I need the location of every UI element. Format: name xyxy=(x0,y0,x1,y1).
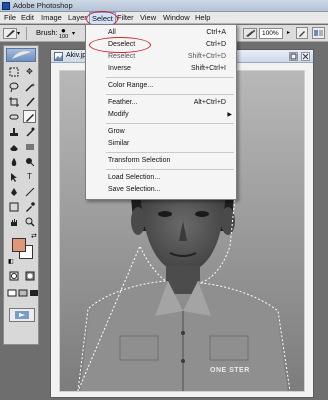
menu-bar: File Edit Image Layer Select Filter View… xyxy=(0,12,328,25)
pen-pressure-icon xyxy=(299,31,305,37)
tool-preset-picker[interactable] xyxy=(3,28,17,39)
pen-tool-icon[interactable] xyxy=(7,185,20,198)
menu-item-deselect[interactable]: Deselect Ctrl+D xyxy=(86,40,236,50)
menu-window[interactable]: Window xyxy=(161,13,192,23)
pressure-toggle[interactable] xyxy=(296,27,308,39)
menu-filter[interactable]: Filter xyxy=(115,13,136,23)
airbrush-toggle[interactable] xyxy=(243,28,257,39)
shirt-print-text: ONE STER xyxy=(210,367,250,374)
notes-tool-icon[interactable] xyxy=(7,200,20,213)
brush-label: Brush: xyxy=(36,28,58,37)
menu-item-feather[interactable]: Feather... Alt+Ctrl+D xyxy=(86,98,236,108)
divider xyxy=(26,27,27,40)
path-selection-tool-icon[interactable] xyxy=(7,170,20,183)
default-colors-icon[interactable]: ◧ xyxy=(8,258,14,265)
hand-tool-icon[interactable] xyxy=(7,215,20,228)
lasso-tool-icon[interactable] xyxy=(7,80,20,93)
window-title: Adobe Photoshop xyxy=(13,1,73,10)
photoshop-app-icon xyxy=(2,2,10,10)
foreground-color-swatch[interactable] xyxy=(12,238,26,252)
slice-tool-icon[interactable] xyxy=(23,95,36,108)
palette-well-icon xyxy=(314,30,323,36)
eyedropper-tool-icon[interactable] xyxy=(23,200,36,213)
submenu-arrow-icon: ▶ xyxy=(227,112,232,118)
maximize-icon xyxy=(290,53,297,60)
menu-item-load-selection[interactable]: Load Selection... xyxy=(86,173,236,183)
menu-separator xyxy=(106,77,234,78)
magic-wand-tool-icon[interactable] xyxy=(23,80,36,93)
brush-size-value: 100 xyxy=(59,34,69,40)
menu-help[interactable]: Help xyxy=(193,13,212,23)
menu-item-transform-selection[interactable]: Transform Selection xyxy=(86,156,236,166)
menu-layer[interactable]: Layer xyxy=(66,13,89,23)
chevron-down-icon[interactable]: ▾ xyxy=(72,30,75,37)
eraser-tool-icon[interactable] xyxy=(7,140,20,153)
shape-tool-icon[interactable] xyxy=(23,185,36,198)
history-brush-tool-icon[interactable] xyxy=(23,125,36,138)
menu-file[interactable]: File xyxy=(2,13,18,23)
zoom-field[interactable]: 100% xyxy=(259,28,283,39)
marquee-tool-icon[interactable] xyxy=(7,65,20,78)
jump-to-imageready-button[interactable] xyxy=(9,308,35,322)
dodge-tool-icon[interactable] xyxy=(23,155,36,168)
tools-palette: ✥ T ◧ ⇄ xyxy=(3,45,39,345)
menu-item-reselect[interactable]: Reselect Shift+Ctrl+D xyxy=(86,52,236,62)
chevron-down-icon[interactable]: ▾ xyxy=(17,30,20,37)
title-bar: Adobe Photoshop xyxy=(0,0,328,12)
type-tool-icon[interactable]: T xyxy=(23,170,36,183)
menu-separator xyxy=(106,94,234,95)
move-tool-icon[interactable]: ✥ xyxy=(23,65,36,78)
zoom-tool-icon[interactable] xyxy=(23,215,36,228)
menu-item-inverse[interactable]: Inverse Shift+Ctrl+I xyxy=(86,64,236,74)
crop-tool-icon[interactable] xyxy=(7,95,20,108)
menu-view[interactable]: View xyxy=(138,13,158,23)
swap-colors-icon[interactable]: ⇄ xyxy=(31,232,37,240)
healing-brush-tool-icon[interactable] xyxy=(7,110,20,123)
clone-stamp-tool-icon[interactable] xyxy=(7,125,20,138)
menu-item-grow[interactable]: Grow xyxy=(86,127,236,137)
feather-logo-icon xyxy=(12,51,31,59)
quick-mask-mode-icon[interactable] xyxy=(23,269,36,282)
menu-item-color-range[interactable]: Color Range... xyxy=(86,81,236,91)
menu-image[interactable]: Image xyxy=(39,13,64,23)
menu-edit[interactable]: Edit xyxy=(19,13,36,23)
close-button[interactable] xyxy=(301,52,310,61)
blur-tool-icon[interactable] xyxy=(7,155,20,168)
brush-tool-icon[interactable] xyxy=(23,110,36,123)
standard-mode-icon[interactable] xyxy=(7,269,20,282)
imageready-icon xyxy=(15,311,29,319)
menu-item-modify[interactable]: Modify ▶ xyxy=(86,110,236,120)
menu-separator xyxy=(106,169,234,170)
menu-item-similar[interactable]: Similar xyxy=(86,139,236,149)
maximize-button[interactable] xyxy=(289,52,298,61)
palette-well-button[interactable] xyxy=(312,27,325,39)
close-icon xyxy=(302,53,309,60)
full-screen-mode-icon[interactable] xyxy=(27,286,40,299)
menu-separator xyxy=(106,123,234,124)
airbrush-icon xyxy=(246,30,255,37)
gradient-tool-icon[interactable] xyxy=(23,140,36,153)
menu-item-all[interactable]: All Ctrl+A xyxy=(86,28,236,38)
chevron-right-icon[interactable]: ▸ xyxy=(287,29,290,36)
menu-item-save-selection[interactable]: Save Selection... xyxy=(86,185,236,195)
palette-header xyxy=(6,48,36,62)
brush-icon xyxy=(6,30,15,37)
menu-separator xyxy=(106,152,234,153)
select-menu-dropdown: All Ctrl+A Deselect Ctrl+D Reselect Shift+C… xyxy=(85,24,237,200)
image-file-icon xyxy=(54,52,63,61)
